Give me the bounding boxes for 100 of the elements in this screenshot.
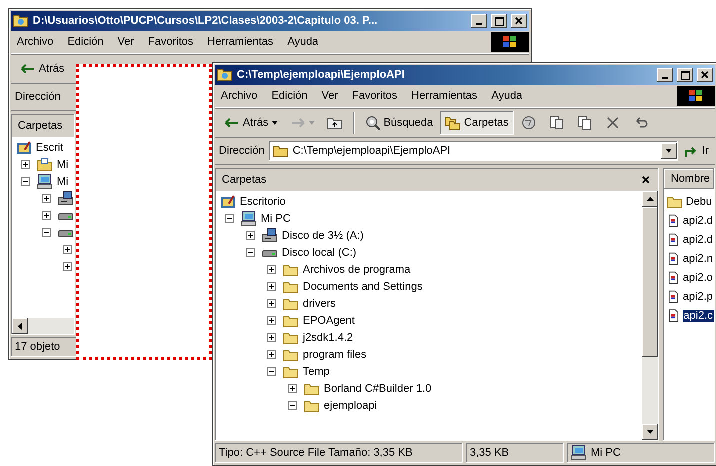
address-label: Dirección — [15, 91, 61, 103]
tree-item[interactable]: Temp — [303, 366, 330, 378]
file-item[interactable]: api2.p — [682, 290, 714, 302]
close-button[interactable] — [697, 68, 713, 82]
scroll-down-button[interactable] — [642, 424, 658, 440]
tree-item[interactable]: Mi PC — [261, 212, 291, 224]
tree-item[interactable]: Escrit — [36, 142, 64, 154]
search-icon — [364, 115, 381, 131]
expand-button[interactable] — [42, 194, 51, 203]
expand-button[interactable] — [246, 231, 255, 240]
scroll-thumb[interactable] — [642, 207, 658, 357]
minimize-button[interactable] — [657, 68, 673, 82]
file-item[interactable]: api2.d — [682, 214, 714, 226]
tree-item[interactable]: j2sdk1.4.2 — [303, 332, 354, 344]
plus-icon — [289, 385, 296, 392]
dropdown-button[interactable] — [661, 143, 678, 159]
menu-item[interactable]: Ayuda — [486, 90, 529, 102]
minus-icon — [289, 402, 296, 409]
tree-item[interactable]: Archivos de programa — [303, 264, 411, 276]
arrow-down-icon — [646, 430, 654, 434]
back-button[interactable]: Atrás — [15, 57, 70, 81]
collapse-button[interactable] — [246, 248, 255, 257]
tree-item[interactable]: program files — [303, 348, 367, 360]
caret-icon — [272, 121, 278, 125]
status-zone: Mi PC — [567, 443, 715, 463]
plus-icon — [43, 195, 50, 202]
window-title: C:\Temp\ejemploapi\EjemploAPI — [237, 69, 406, 81]
copy-icon — [576, 115, 593, 131]
computer-icon — [241, 210, 257, 226]
expand-button[interactable] — [21, 160, 30, 169]
tree-item[interactable]: drivers — [303, 298, 336, 310]
tree-item[interactable]: Escritorio — [240, 196, 286, 208]
file-item[interactable]: Debu — [685, 196, 714, 208]
tree-item[interactable]: ejemploapi — [324, 400, 378, 412]
tree-item[interactable]: Disco de 3½ (A:) — [282, 230, 364, 242]
file-item[interactable]: api2.n — [682, 252, 714, 264]
expand-button[interactable] — [267, 282, 276, 291]
maximize-button[interactable] — [491, 14, 507, 28]
menu-item[interactable]: Edición — [266, 90, 314, 102]
tree-item[interactable]: Borland C#Builder 1.0 — [324, 382, 432, 394]
minus-icon — [22, 178, 29, 185]
menu-item[interactable]: Ayuda — [282, 36, 325, 48]
menu-item[interactable]: Ver — [112, 36, 140, 48]
menu-item[interactable]: Herramientas — [202, 36, 280, 48]
expand-button[interactable] — [267, 316, 276, 325]
collapse-button[interactable] — [225, 214, 234, 223]
plus-icon — [268, 300, 275, 307]
tree-item[interactable]: Mi — [57, 158, 69, 170]
menu-item[interactable]: Ver — [316, 90, 344, 102]
plus-icon — [22, 161, 29, 168]
collapse-button[interactable] — [267, 367, 276, 376]
close-button[interactable] — [511, 14, 527, 28]
minus-icon — [247, 249, 254, 256]
pane-title: Carpetas — [222, 174, 267, 186]
collapse-button[interactable] — [288, 401, 297, 410]
file-item[interactable]: api2.o — [682, 272, 714, 284]
tree-item[interactable]: EPOAgent — [303, 314, 355, 326]
windows-logo — [677, 86, 715, 106]
column-header[interactable]: Nombre — [664, 169, 714, 189]
menu-item[interactable]: Favoritos — [142, 36, 200, 48]
menu-item[interactable]: Archivo — [215, 90, 264, 102]
caret-icon — [666, 149, 672, 153]
expand-button[interactable] — [267, 350, 276, 359]
menu-item[interactable]: Favoritos — [346, 90, 404, 102]
tree-item[interactable]: Disco local (C:) — [282, 246, 357, 258]
minimize-button[interactable] — [471, 14, 487, 28]
scroll-left-button[interactable] — [12, 318, 28, 334]
tree-item[interactable]: Documents and Settings — [303, 280, 423, 292]
expand-button[interactable] — [63, 262, 72, 271]
maximize-button[interactable] — [677, 68, 693, 82]
menu-item[interactable]: Edición — [62, 36, 110, 48]
close-button[interactable] — [640, 174, 652, 186]
address-field[interactable]: C:\Temp\ejemploapi\EjemploAPI — [268, 141, 678, 161]
scrollbar[interactable] — [642, 191, 658, 440]
search-button[interactable]: Búsqueda — [360, 111, 438, 135]
plus-icon — [268, 334, 275, 341]
collapse-button[interactable] — [42, 228, 51, 237]
back-button[interactable]: Atrás — [219, 111, 283, 135]
plus-icon — [268, 266, 275, 273]
plus-icon — [64, 246, 71, 253]
scrollbar[interactable] — [12, 318, 74, 334]
file-item[interactable]: api2.c — [682, 310, 714, 322]
expand-button[interactable] — [63, 245, 72, 254]
file-icon — [667, 288, 680, 304]
file-icon — [667, 232, 680, 248]
go-button[interactable]: Ir — [682, 143, 711, 159]
expand-button[interactable] — [288, 384, 297, 393]
tree-item[interactable]: Mi — [57, 176, 69, 188]
menu-item[interactable]: Archivo — [11, 36, 60, 48]
collapse-button[interactable] — [21, 177, 30, 186]
expand-button[interactable] — [267, 299, 276, 308]
expand-button[interactable] — [267, 333, 276, 342]
file-item[interactable]: api2.d — [682, 234, 714, 246]
scroll-up-button[interactable] — [642, 191, 658, 207]
windows-logo — [491, 32, 529, 52]
menu-item[interactable]: Herramientas — [406, 90, 484, 102]
desktop-icon — [16, 140, 32, 156]
expand-button[interactable] — [42, 211, 51, 220]
expand-button[interactable] — [267, 265, 276, 274]
folders-button[interactable]: Carpetas — [440, 111, 514, 135]
